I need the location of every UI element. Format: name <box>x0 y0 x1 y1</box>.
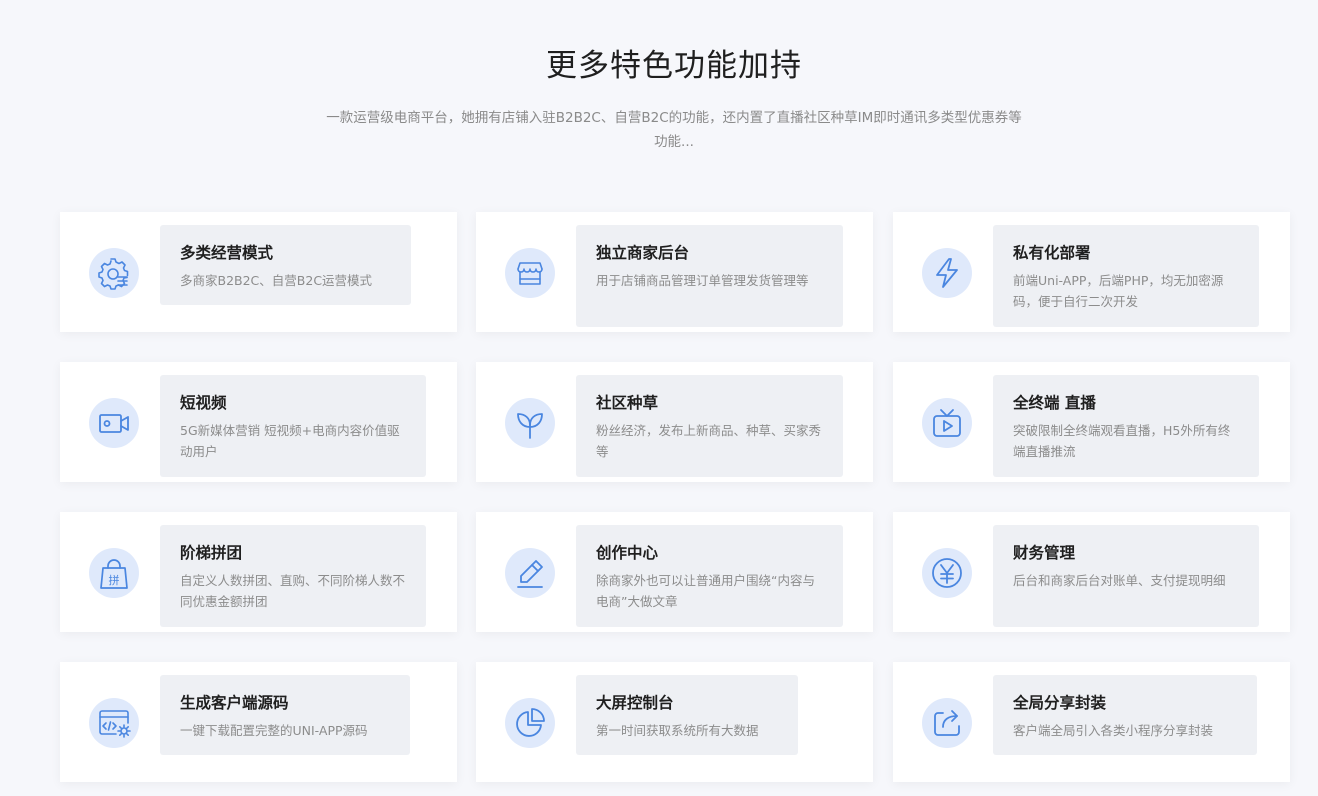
feature-desc: 粉丝经济，发布上新商品、种草、买家秀等 <box>596 423 822 459</box>
feature-card-short-video[interactable]: 短视频 5G新媒体营销 短视频+电商内容价值驱动用户 <box>60 362 457 482</box>
feature-desc: 5G新媒体营销 短视频+电商内容价值驱动用户 <box>180 423 400 459</box>
feature-title: 多类经营模式 <box>180 244 274 262</box>
yen-icon <box>922 548 972 598</box>
feature-title: 短视频 <box>180 394 227 412</box>
feature-title: 独立商家后台 <box>596 244 690 262</box>
feature-card-group-buy[interactable]: 拼 阶梯拼团 自定义人数拼团、直购、不同阶梯人数不同优惠金额拼团 <box>60 512 457 632</box>
feature-card-community[interactable]: 社区种草 粉丝经济，发布上新商品、种草、买家秀等 <box>476 362 873 482</box>
feature-desc: 多商家B2B2C、自营B2C运营模式 <box>180 273 373 288</box>
feature-title: 社区种草 <box>596 394 659 412</box>
feature-card-share[interactable]: 全局分享封装 客户端全局引入各类小程序分享封装 <box>893 662 1290 782</box>
feature-title: 阶梯拼团 <box>180 544 243 562</box>
feature-title: 创作中心 <box>596 544 659 562</box>
feature-title: 全终端 直播 <box>1013 394 1096 412</box>
feature-desc: 自定义人数拼团、直购、不同阶梯人数不同优惠金额拼团 <box>180 573 406 609</box>
code-window-icon <box>89 698 139 748</box>
pie-chart-icon <box>505 698 555 748</box>
feature-title: 生成客户端源码 <box>180 694 289 712</box>
feature-card-big-screen[interactable]: 大屏控制台 第一时间获取系统所有大数据 <box>476 662 873 782</box>
video-camera-icon <box>89 398 139 448</box>
feature-card-finance[interactable]: 财务管理 后台和商家后台对账单、支付提现明细 <box>893 512 1290 632</box>
feature-title: 大屏控制台 <box>596 694 674 712</box>
pencil-icon <box>505 548 555 598</box>
lightning-icon <box>922 248 972 298</box>
feature-desc: 一键下载配置完整的UNI-APP源码 <box>180 723 368 738</box>
gear-list-icon <box>89 248 139 298</box>
feature-title: 财务管理 <box>1013 544 1076 562</box>
feature-title: 私有化部署 <box>1013 244 1091 262</box>
feature-card-private-deploy[interactable]: 私有化部署 前端Uni-APP，后端PHP，均无加密源码，便于自行二次开发 <box>893 212 1290 332</box>
feature-card-multi-business[interactable]: 多类经营模式 多商家B2B2C、自营B2C运营模式 <box>60 212 457 332</box>
page-subtitle: 一款运营级电商平台，她拥有店铺入驻B2B2C、自营B2C的功能，还内置了直播社区… <box>326 110 1022 150</box>
feature-card-merchant-backend[interactable]: 独立商家后台 用于店铺商品管理订单管理发货管理等 <box>476 212 873 332</box>
feature-title: 全局分享封装 <box>1013 694 1107 712</box>
svg-text:拼: 拼 <box>109 573 120 587</box>
sprout-icon <box>505 398 555 448</box>
share-icon <box>922 698 972 748</box>
feature-card-creator[interactable]: 创作中心 除商家外也可以让普通用户围绕“内容与电商”大做文章 <box>476 512 873 632</box>
group-bag-icon: 拼 <box>89 548 139 598</box>
feature-desc: 第一时间获取系统所有大数据 <box>596 723 759 738</box>
feature-desc: 前端Uni-APP，后端PHP，均无加密源码，便于自行二次开发 <box>1013 273 1224 309</box>
feature-desc: 后台和商家后台对账单、支付提现明细 <box>1013 573 1226 588</box>
feature-desc: 除商家外也可以让普通用户围绕“内容与电商”大做文章 <box>596 573 815 609</box>
feature-desc: 用于店铺商品管理订单管理发货管理等 <box>596 273 809 288</box>
feature-desc: 客户端全局引入各类小程序分享封装 <box>1013 723 1214 738</box>
store-icon <box>505 248 555 298</box>
tv-play-icon <box>922 398 972 448</box>
page-title: 更多特色功能加持 <box>546 48 802 84</box>
feature-desc: 突破限制全终端观看直播，H5外所有终端直播推流 <box>1013 423 1231 459</box>
feature-card-source-code[interactable]: 生成客户端源码 一键下载配置完整的UNI-APP源码 <box>60 662 457 782</box>
feature-card-live[interactable]: 全终端 直播 突破限制全终端观看直播，H5外所有终端直播推流 <box>893 362 1290 482</box>
